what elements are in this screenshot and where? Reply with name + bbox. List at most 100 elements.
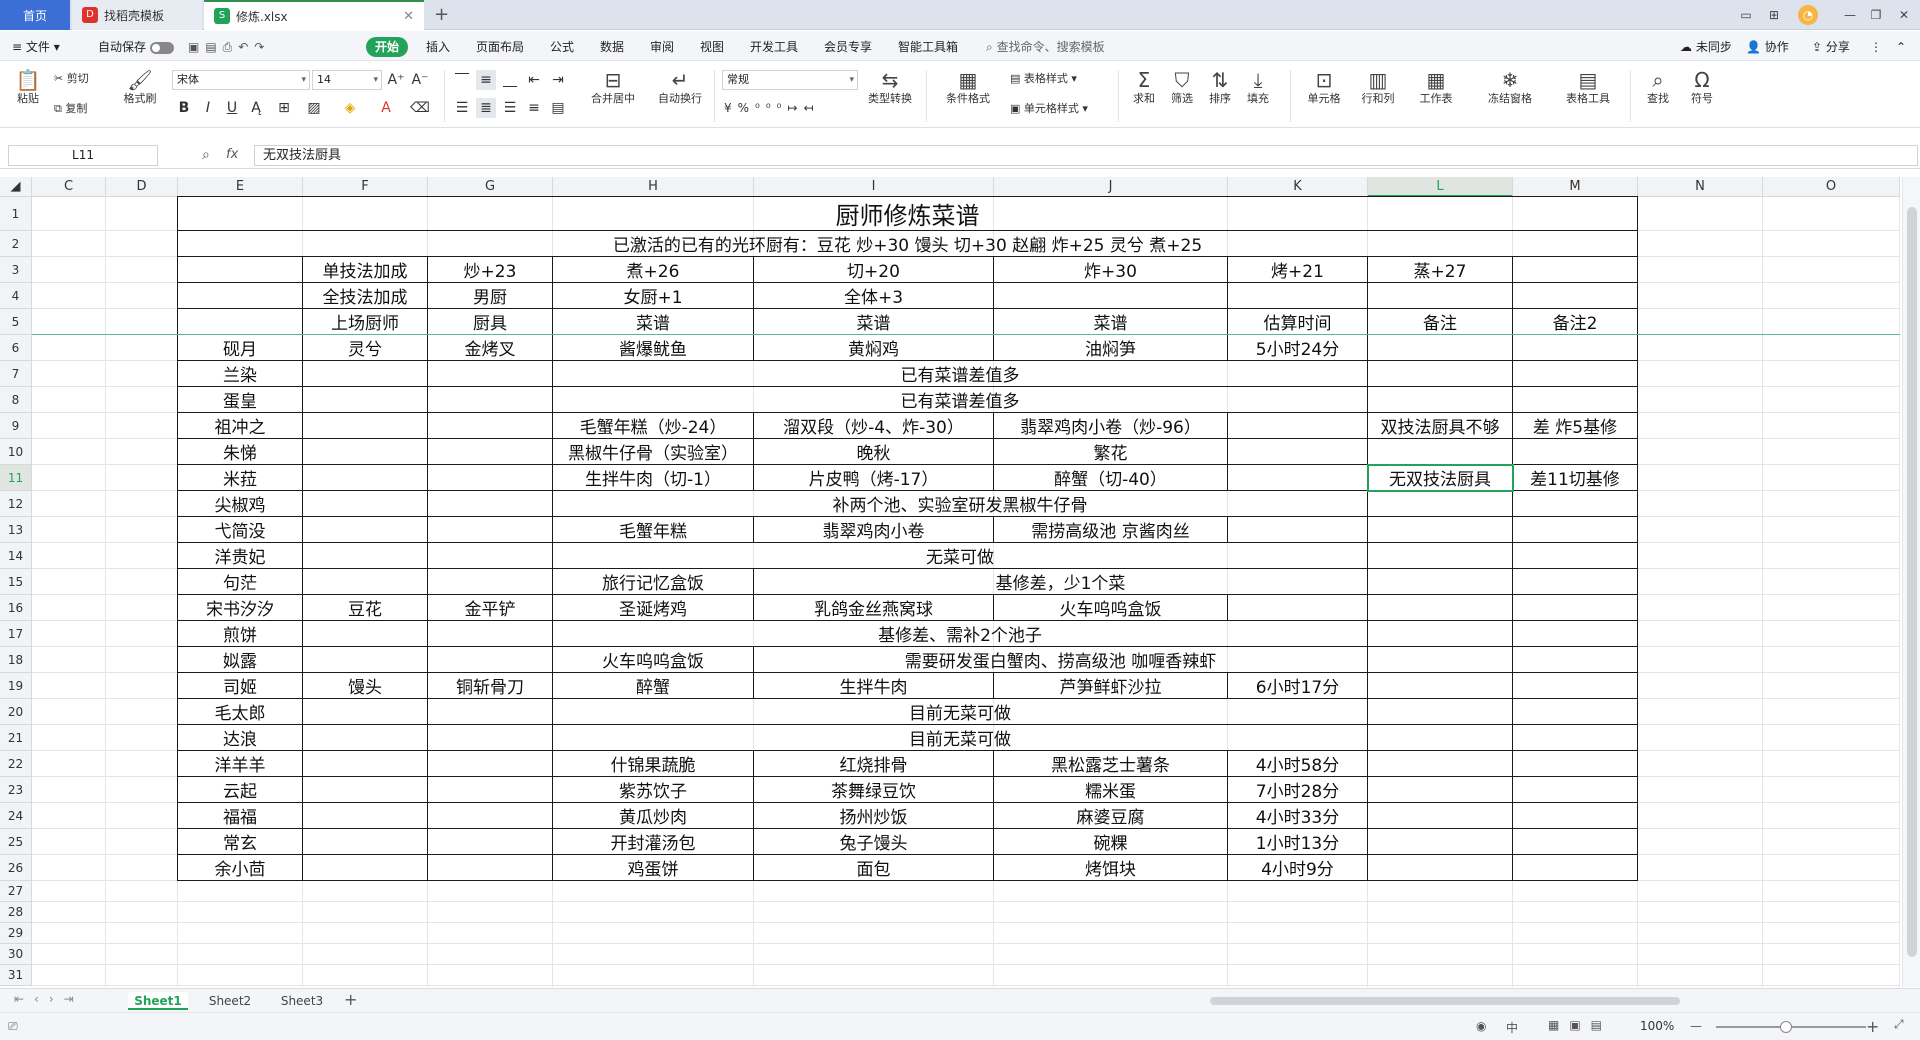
cell[interactable]	[428, 465, 553, 491]
cell[interactable]	[303, 465, 428, 491]
cell[interactable]	[1368, 777, 1513, 803]
cell[interactable]	[428, 855, 553, 881]
cell[interactable]	[1513, 725, 1638, 751]
number-format-select[interactable]: 常规	[722, 70, 858, 90]
cell[interactable]	[428, 777, 553, 803]
cell[interactable]	[428, 439, 553, 465]
cell[interactable]: 洋贵妃	[178, 543, 303, 569]
format-painter-button[interactable]: 🖌 格式刷	[120, 68, 160, 106]
row-header[interactable]: 5	[0, 309, 32, 335]
cell[interactable]: 毛太郎	[178, 699, 303, 725]
cell[interactable]	[303, 829, 428, 855]
cell[interactable]	[1368, 673, 1513, 699]
cell[interactable]: 火车呜呜盒饭	[553, 647, 754, 673]
row-header[interactable]: 26	[0, 855, 32, 881]
spreadsheet-grid[interactable]: ◢ C D E F G H I J K L M N O 1 2 3 4 5 6 7 8 9 10 1…	[0, 177, 1900, 987]
cell[interactable]: 男厨	[428, 283, 553, 309]
cell[interactable]	[303, 647, 428, 673]
cell[interactable]	[1368, 283, 1513, 309]
horizontal-scroll-thumb[interactable]	[1210, 997, 1680, 1005]
font-color-icon[interactable]: A	[376, 98, 396, 118]
menu-member[interactable]: 会员专享	[824, 37, 872, 57]
cell[interactable]: 豆花	[303, 595, 428, 621]
column-header[interactable]: I	[754, 177, 994, 197]
cell[interactable]: 蒸+27	[1368, 257, 1513, 283]
fill-button[interactable]: ⤓ 填充	[1240, 68, 1276, 106]
cell[interactable]: 茶舞绿豆饮	[754, 777, 994, 803]
cell[interactable]	[303, 439, 428, 465]
cell[interactable]	[1513, 699, 1638, 725]
column-header[interactable]: L	[1368, 177, 1513, 197]
cell[interactable]: 全技法加成	[303, 283, 428, 309]
cell[interactable]	[1228, 283, 1368, 309]
column-header[interactable]: K	[1228, 177, 1368, 197]
number-format-icons[interactable]: ¥%⁰⁰⁰↦↤	[724, 98, 834, 118]
cell[interactable]	[428, 517, 553, 543]
cell[interactable]	[303, 361, 428, 387]
tab-file[interactable]: S 修炼.xlsx ✕	[204, 0, 424, 30]
formula-input[interactable]: 无双技法厨具	[254, 145, 1918, 166]
cell[interactable]: 鸡蛋饼	[553, 855, 754, 881]
cell[interactable]	[1228, 439, 1368, 465]
cell[interactable]	[1513, 803, 1638, 829]
align-right-icon[interactable]: ☰	[500, 98, 520, 118]
cell[interactable]: 黑椒牛仔骨（实验室）	[553, 439, 754, 465]
cell[interactable]: 4小时9分	[1228, 855, 1368, 881]
cell[interactable]: 翡翠鸡肉小卷（炒-96）	[994, 413, 1228, 439]
cell[interactable]	[1513, 283, 1638, 309]
cell[interactable]	[1368, 569, 1513, 595]
outdent-icon[interactable]: ⇥	[548, 70, 568, 90]
cell[interactable]: 单技法加成	[303, 257, 428, 283]
cell[interactable]	[1513, 335, 1638, 361]
cell[interactable]: 生拌牛肉（切-1）	[553, 465, 754, 491]
cell[interactable]: 黄焖鸡	[754, 335, 994, 361]
cell[interactable]	[303, 413, 428, 439]
cell[interactable]: 溜双段（炒-4、炸-30）	[754, 413, 994, 439]
table-style-button[interactable]: ▤ 表格样式 ▾	[1010, 72, 1077, 86]
cell[interactable]	[1513, 569, 1638, 595]
cell[interactable]	[1513, 439, 1638, 465]
tab-template[interactable]: D 找稻壳模板	[72, 0, 202, 30]
cell[interactable]: 女厨+1	[553, 283, 754, 309]
cell[interactable]	[1513, 621, 1638, 647]
cell[interactable]: 旅行记忆盒饭	[553, 569, 754, 595]
cell[interactable]: 什锦果蔬脆	[553, 751, 754, 777]
zoom-out-icon[interactable]: —	[1690, 1019, 1702, 1033]
command-search[interactable]: ⌕ 查找命令、搜索模板	[986, 37, 1105, 57]
cell[interactable]	[303, 725, 428, 751]
autosave-toggle[interactable]	[149, 41, 174, 54]
cell[interactable]	[1368, 621, 1513, 647]
cell[interactable]: 烤+21	[1228, 257, 1368, 283]
cell[interactable]: 姒露	[178, 647, 303, 673]
cell[interactable]: 句茫	[178, 569, 303, 595]
cell[interactable]: 无菜可做	[553, 543, 1368, 569]
cell[interactable]: 福福	[178, 803, 303, 829]
cell[interactable]	[1368, 751, 1513, 777]
strikethrough-icon[interactable]: Ą	[246, 98, 266, 118]
quick-access-icons[interactable]: ▣▤⎙↶↷	[188, 37, 270, 57]
cell[interactable]: 弋简没	[178, 517, 303, 543]
cell[interactable]	[1228, 413, 1368, 439]
cell[interactable]	[303, 569, 428, 595]
cell[interactable]	[428, 387, 553, 413]
sheet-tab-3[interactable]: Sheet3	[272, 992, 332, 1010]
menu-smart-tools[interactable]: 智能工具箱	[898, 37, 958, 57]
cell[interactable]: 菜谱	[553, 309, 754, 335]
avatar[interactable]: ◔	[1798, 5, 1818, 25]
row-header[interactable]: 2	[0, 231, 32, 257]
cell[interactable]: 炸+30	[994, 257, 1228, 283]
cell[interactable]	[428, 829, 553, 855]
row-header[interactable]: 17	[0, 621, 32, 647]
align-bottom-icon[interactable]: ⎽	[500, 70, 520, 90]
cell[interactable]: 麻婆豆腐	[994, 803, 1228, 829]
cell[interactable]: 馒头	[303, 673, 428, 699]
row-col-button[interactable]: ▥ 行和列	[1356, 68, 1400, 106]
sync-button[interactable]: ☁ 未同步	[1680, 37, 1732, 57]
cell[interactable]	[1513, 751, 1638, 777]
sheet-tab-1[interactable]: Sheet1	[128, 992, 188, 1010]
cell[interactable]	[1368, 595, 1513, 621]
cell[interactable]: 备注	[1368, 309, 1513, 335]
fullscreen-icon[interactable]: ⤢	[1894, 1017, 1904, 1032]
cell[interactable]: 宋书汐汐	[178, 595, 303, 621]
minimize-icon[interactable]: —	[1840, 5, 1860, 25]
